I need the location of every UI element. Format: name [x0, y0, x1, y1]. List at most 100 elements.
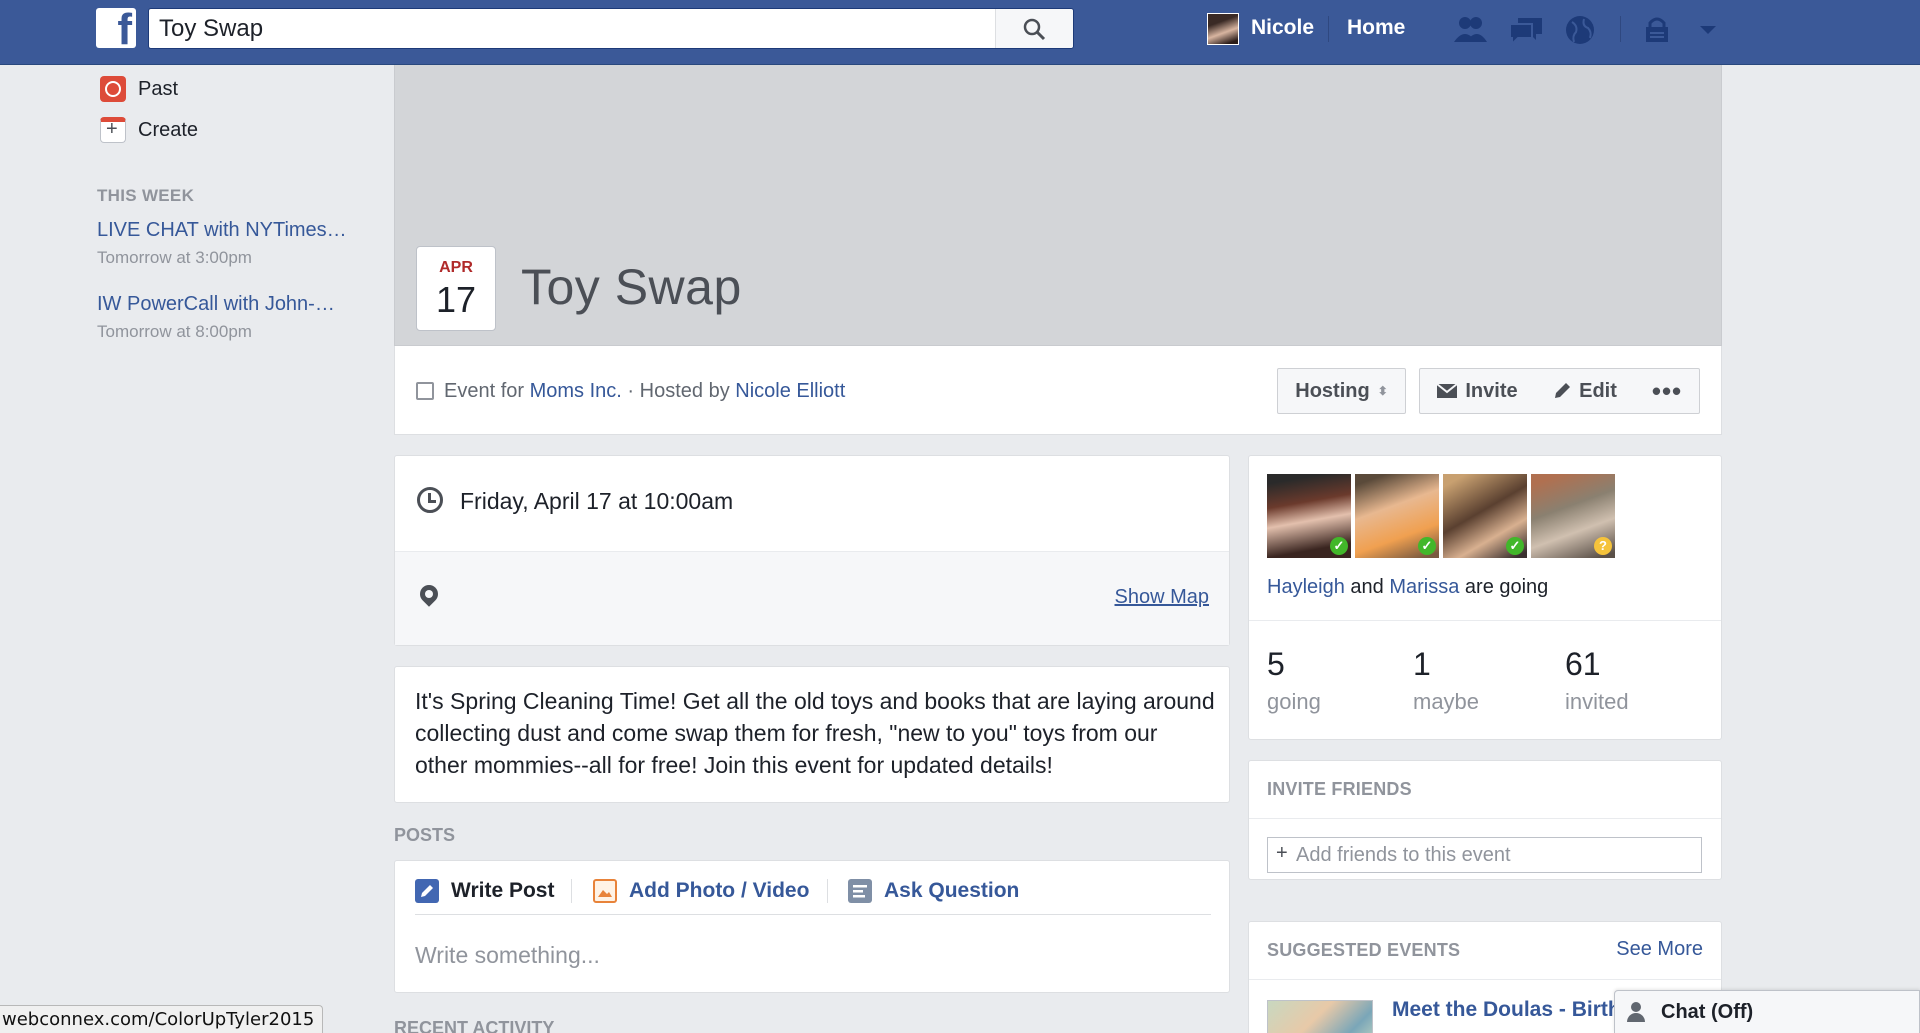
suggested-events-title: SUGGESTED EVENTS	[1267, 940, 1461, 960]
event-title: Toy Swap	[521, 259, 742, 315]
sidebar-section-title: THIS WEEK	[97, 186, 195, 205]
stat-invited[interactable]: 61 invited	[1565, 646, 1629, 715]
tab-label: Ask Question	[884, 879, 1020, 902]
envelope-icon	[1437, 383, 1458, 398]
sidebar-event-time: Tomorrow at 3:00pm	[97, 248, 252, 267]
facebook-logo[interactable]: f	[96, 8, 136, 52]
stat-number: 1	[1413, 646, 1431, 682]
user-avatar[interactable]	[1207, 13, 1239, 45]
friend-requests-icon[interactable]	[1452, 14, 1488, 46]
post-composer: Write Post Add Photo / Video Ask Questio…	[394, 860, 1230, 993]
event-location-row: Show Map	[395, 551, 1229, 645]
going-suffix: are going	[1464, 576, 1549, 598]
stat-number: 5	[1267, 646, 1285, 682]
see-more-link[interactable]: See More	[1616, 938, 1703, 961]
event-description-card: It's Spring Cleaning Time! Get all the o…	[394, 666, 1230, 803]
hosting-button[interactable]: Hosting ⬍	[1277, 368, 1406, 414]
invite-friends-input[interactable]	[1296, 838, 1696, 872]
top-navigation-bar: f Nicole Home	[0, 0, 1920, 65]
going-check-icon: ✓	[1418, 537, 1436, 555]
hosted-by-label: · Hosted by	[627, 380, 730, 402]
privacy-lock-icon[interactable]	[1640, 14, 1676, 46]
event-description: It's Spring Cleaning Time! Get all the o…	[415, 688, 1215, 778]
chat-label: Chat (Off)	[1661, 1000, 1754, 1023]
card-divider	[1249, 818, 1721, 819]
photo-icon	[593, 879, 617, 903]
tab-divider	[571, 879, 572, 903]
stat-going[interactable]: 5 going	[1267, 646, 1321, 715]
sidebar-item-create[interactable]: + Create	[100, 115, 198, 145]
clock-icon	[100, 76, 126, 102]
group-link[interactable]: Moms Inc.	[530, 380, 622, 402]
posts-section-title: POSTS	[394, 825, 456, 845]
sidebar-item-past[interactable]: Past	[100, 74, 178, 104]
write-post-input[interactable]	[415, 937, 1195, 973]
edit-label: Edit	[1579, 379, 1617, 402]
nav-divider	[1620, 16, 1621, 42]
sidebar-event-time: Tomorrow at 8:00pm	[97, 322, 252, 341]
guest-name-link[interactable]: Hayleigh	[1267, 576, 1345, 598]
hosting-label: Hosting	[1295, 379, 1370, 402]
search-button[interactable]	[995, 9, 1073, 48]
suggested-event-thumbnail[interactable]	[1267, 1000, 1373, 1033]
poll-icon	[848, 879, 872, 903]
guest-photo[interactable]: ✓	[1267, 474, 1351, 558]
tab-write-post[interactable]: Write Post	[415, 875, 554, 907]
more-options-button[interactable]: •••	[1635, 368, 1700, 414]
sidebar-item-label: Create	[138, 118, 199, 141]
account-menu-chevron-icon[interactable]	[1690, 14, 1726, 46]
ellipsis-icon: •••	[1651, 375, 1683, 406]
sidebar-event-link[interactable]: LIVE CHAT with NYTimes…	[97, 219, 347, 242]
card-divider	[1249, 979, 1721, 980]
guest-name-link[interactable]: Marissa	[1389, 576, 1459, 598]
joiner-text: and	[1350, 576, 1384, 598]
plus-icon: +	[1276, 842, 1288, 864]
event-date-badge: APR 17	[416, 246, 496, 331]
stat-maybe[interactable]: 1 maybe	[1413, 646, 1479, 715]
card-divider	[1249, 620, 1721, 621]
pencil-icon	[415, 879, 439, 903]
maybe-question-icon: ?	[1594, 537, 1612, 555]
edit-button[interactable]: Edit	[1535, 368, 1636, 414]
invite-label: Invite	[1465, 379, 1518, 402]
notifications-globe-icon[interactable]	[1562, 14, 1598, 46]
invite-button[interactable]: Invite	[1419, 368, 1536, 414]
stat-label: maybe	[1413, 689, 1480, 714]
tab-add-photo-video[interactable]: Add Photo / Video	[593, 875, 809, 907]
event-for-label: Event for	[444, 380, 525, 402]
composer-divider	[415, 914, 1211, 915]
invite-friends-card: INVITE FRIENDS +	[1248, 760, 1722, 880]
stat-number: 61	[1565, 646, 1601, 682]
guest-photo[interactable]: ✓	[1443, 474, 1527, 558]
tab-ask-question[interactable]: Ask Question	[848, 875, 1019, 907]
suggested-event-link[interactable]: Meet the Doulas - Birth	[1392, 998, 1621, 1022]
sidebar-event-link[interactable]: IW PowerCall with John-…	[97, 293, 335, 316]
clock-icon	[417, 487, 443, 513]
invite-friends-title: INVITE FRIENDS	[1267, 779, 1412, 799]
show-map-link[interactable]: Show Map	[1115, 586, 1210, 609]
search-icon	[1023, 18, 1046, 41]
calendar-plus-icon: +	[100, 117, 126, 143]
guest-photo[interactable]: ?	[1531, 474, 1615, 558]
stat-label: going	[1267, 689, 1321, 714]
messages-icon[interactable]	[1508, 14, 1544, 46]
tab-label: Add Photo / Video	[629, 879, 810, 902]
group-icon	[416, 382, 434, 400]
search-box	[148, 8, 1074, 49]
sidebar-item-label: Past	[138, 77, 179, 100]
invite-friends-field: +	[1267, 837, 1702, 873]
sort-caret-icon: ⬍	[1377, 384, 1388, 398]
chat-person-icon	[1627, 1002, 1653, 1022]
search-input[interactable]	[159, 9, 999, 48]
nav-divider	[1328, 16, 1329, 42]
stat-label: invited	[1565, 689, 1629, 714]
home-link[interactable]: Home	[1347, 16, 1405, 40]
tab-divider	[827, 879, 828, 903]
going-check-icon: ✓	[1506, 537, 1524, 555]
guests-card: ✓ ✓ ✓ ? Hayleigh and Marissa are going 5…	[1248, 455, 1722, 740]
guest-photo[interactable]: ✓	[1355, 474, 1439, 558]
chat-tab[interactable]: Chat (Off)	[1614, 990, 1920, 1033]
recent-activity-title: RECENT ACTIVITY	[394, 1018, 555, 1033]
profile-link[interactable]: Nicole	[1251, 16, 1314, 40]
host-link[interactable]: Nicole Elliott	[735, 380, 845, 402]
